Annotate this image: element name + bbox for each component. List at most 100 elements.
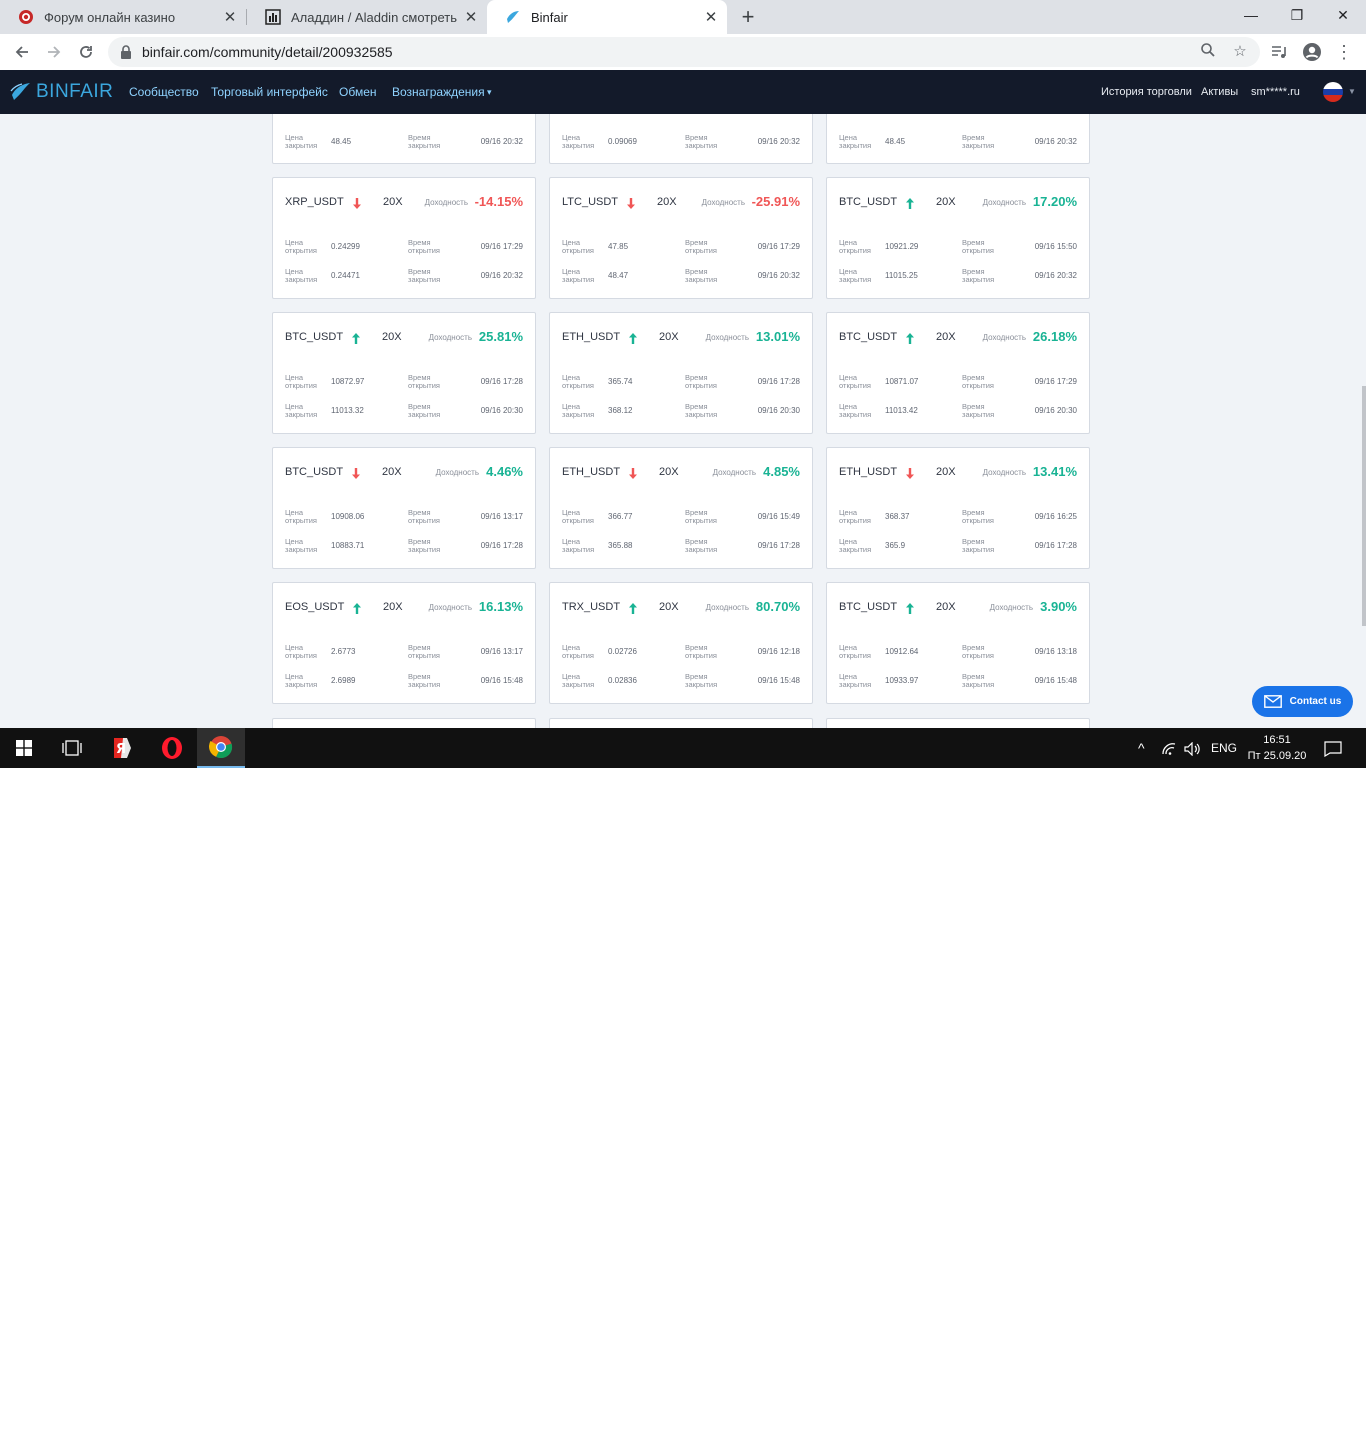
nav-assets[interactable]: Активы [1201, 70, 1238, 114]
trade-card[interactable]: BTC_USDT 20X Доходность 3.90% Цена открытия 1… [826, 582, 1090, 704]
open-time-value: 09/16 13:18 [1034, 647, 1077, 656]
nav-community[interactable]: Сообщество [129, 70, 199, 114]
arrow-down-icon [629, 466, 637, 484]
close-price-label: Цена закрытия [285, 267, 318, 284]
browser-tab-aladdin[interactable]: Аладдин / Aladdin смотреть онлайн ✕ [247, 0, 487, 34]
trade-card[interactable]: LTC_USDT 20X Доходность -25.91% Цена открыти… [549, 177, 813, 299]
trade-card-partial[interactable]: Цена закрытия 48.45 Время закрытия 09/16 20… [826, 114, 1090, 164]
close-price-label: Цена закрытия [562, 672, 595, 689]
close-time-label: Время закрытия [962, 672, 995, 689]
open-price-label: Цена открытия [285, 238, 317, 255]
zoom-icon[interactable] [1198, 42, 1218, 62]
address-bar[interactable]: binfair.com/community/detail/200932585 ☆ [108, 37, 1260, 67]
wifi-icon[interactable] [1161, 728, 1177, 768]
trade-card[interactable]: ETH_USDT 20X Доходность 4.85% Цена открытия 3… [549, 447, 813, 569]
close-icon[interactable]: ✕ [220, 8, 240, 26]
scrollbar-thumb[interactable] [1362, 386, 1366, 626]
yield-label: Доходность [435, 468, 479, 477]
yield-value: 17.20% [1032, 194, 1077, 209]
restore-button[interactable]: ❐ [1274, 0, 1320, 30]
trade-card[interactable]: ETH_USDT 20X Доходность 13.41% Цена открытия… [826, 447, 1090, 569]
open-price-value: 368.37 [885, 512, 910, 521]
opera-browser-icon[interactable] [148, 728, 196, 768]
arrow-up-icon [629, 331, 637, 349]
open-price-value: 0.02726 [608, 647, 637, 656]
trade-card-partial[interactable]: Цена закрытия 48.45 Время закрытия 09/16 20… [272, 114, 536, 164]
trade-card[interactable]: ETH_USDT 20X Доходность 13.01% Цена открытия… [549, 312, 813, 434]
close-time-value: 09/16 17:28 [1034, 541, 1077, 550]
leverage: 20X [657, 196, 677, 208]
russian-flag-icon[interactable] [1323, 82, 1343, 102]
chrome-menu-icon[interactable]: ⋮ [1330, 38, 1358, 66]
arrow-up-icon [352, 331, 360, 349]
task-view-icon[interactable] [48, 728, 96, 768]
yield-label: Доходность [982, 333, 1026, 342]
yield-value: 26.18% [1032, 329, 1077, 344]
nav-trading-interface[interactable]: Торговый интерфейс [211, 70, 328, 114]
chevron-down-icon[interactable]: ▼ [1348, 70, 1356, 114]
leverage: 20X [936, 331, 956, 343]
yield-label: Доходность [701, 198, 745, 207]
yield-value: 4.46% [486, 464, 523, 479]
media-controls-icon[interactable] [1265, 38, 1293, 66]
trade-card[interactable]: XRP_USDT 20X Доходность -14.15% Цена открыти… [272, 177, 536, 299]
yield-label: Доходность [424, 198, 468, 207]
open-time-value: 09/16 16:25 [1034, 512, 1077, 521]
trade-card[interactable]: BTC_USDT 20X Доходность 26.18% Цена открытия… [826, 312, 1090, 434]
nav-user-account[interactable]: sm*****.ru [1251, 70, 1300, 114]
leverage: 20X [382, 331, 402, 343]
trade-card-partial[interactable] [272, 718, 536, 728]
binfair-logo[interactable]: BINFAIR [10, 80, 113, 104]
tray-overflow-chevron-icon[interactable]: ^ [1138, 728, 1145, 768]
profile-avatar-icon[interactable] [1298, 38, 1326, 66]
windows-start-icon[interactable] [0, 728, 48, 768]
minimize-button[interactable]: — [1228, 0, 1274, 30]
trade-card[interactable]: BTC_USDT 20X Доходность 4.46% Цена открытия 1… [272, 447, 536, 569]
trading-pair: ETH_USDT [562, 466, 621, 478]
close-price-label: Цена закрытия [839, 133, 872, 150]
taskbar-clock[interactable]: 16:51 Пт 25.09.20 [1244, 732, 1310, 764]
chrome-browser-icon[interactable] [197, 728, 245, 768]
close-icon[interactable]: ✕ [701, 8, 721, 26]
reload-button[interactable] [72, 38, 100, 66]
close-price-value: 0.02836 [608, 676, 637, 685]
url-text[interactable]: binfair.com/community/detail/200932585 [142, 37, 393, 67]
nav-exchange[interactable]: Обмен [339, 70, 377, 114]
trade-card[interactable]: EOS_USDT 20X Доходность 16.13% Цена открытия… [272, 582, 536, 704]
contact-us-button[interactable]: Contact us [1252, 686, 1353, 717]
yield-label: Доходность [982, 198, 1026, 207]
close-time-value: 09/16 17:28 [757, 541, 800, 550]
trade-card-partial[interactable]: Цена закрытия 0.09069 Время закрытия 09/16 … [549, 114, 813, 164]
bookmark-star-icon[interactable]: ☆ [1230, 42, 1250, 62]
yield-label: Доходность [705, 333, 749, 342]
action-center-icon[interactable] [1324, 728, 1342, 768]
volume-icon[interactable] [1184, 728, 1202, 768]
tab-title: Форум онлайн казино [44, 9, 176, 25]
open-time-value: 09/16 17:29 [1034, 377, 1077, 386]
window-close-button[interactable]: ✕ [1320, 0, 1366, 30]
forward-button[interactable] [40, 38, 68, 66]
arrow-up-icon [353, 601, 361, 619]
rewards-dropdown-caret[interactable]: ▾ [487, 70, 492, 114]
arrow-up-icon [906, 331, 914, 349]
open-price-label: Цена открытия [839, 373, 871, 390]
trade-card-partial[interactable] [549, 718, 813, 728]
trade-card[interactable]: TRX_USDT 20X Доходность 80.70% Цена открытия… [549, 582, 813, 704]
leverage: 20X [382, 466, 402, 478]
trade-card[interactable]: BTC_USDT 20X Доходность 25.81% Цена открытия… [272, 312, 536, 434]
input-language-indicator[interactable]: ENG [1211, 728, 1237, 768]
yield-value: 4.85% [763, 464, 800, 479]
browser-tab-binfair[interactable]: Binfair ✕ [487, 0, 727, 34]
back-button[interactable] [8, 38, 36, 66]
browser-tab-casino-forum[interactable]: Форум онлайн казино ✕ [0, 0, 246, 34]
yield-label: Доходность [989, 603, 1033, 612]
nav-rewards[interactable]: Вознаграждения [392, 70, 485, 114]
leverage: 20X [383, 196, 403, 208]
nav-trade-history[interactable]: История торговли [1101, 70, 1192, 114]
new-tab-button[interactable]: + [736, 3, 760, 31]
trade-card[interactable]: BTC_USDT 20X Доходность 17.20% Цена открытия… [826, 177, 1090, 299]
close-price-value: 365.88 [608, 541, 633, 550]
close-icon[interactable]: ✕ [461, 8, 481, 26]
trade-card-partial[interactable] [826, 718, 1090, 728]
yandex-browser-icon[interactable]: Я [98, 728, 146, 768]
